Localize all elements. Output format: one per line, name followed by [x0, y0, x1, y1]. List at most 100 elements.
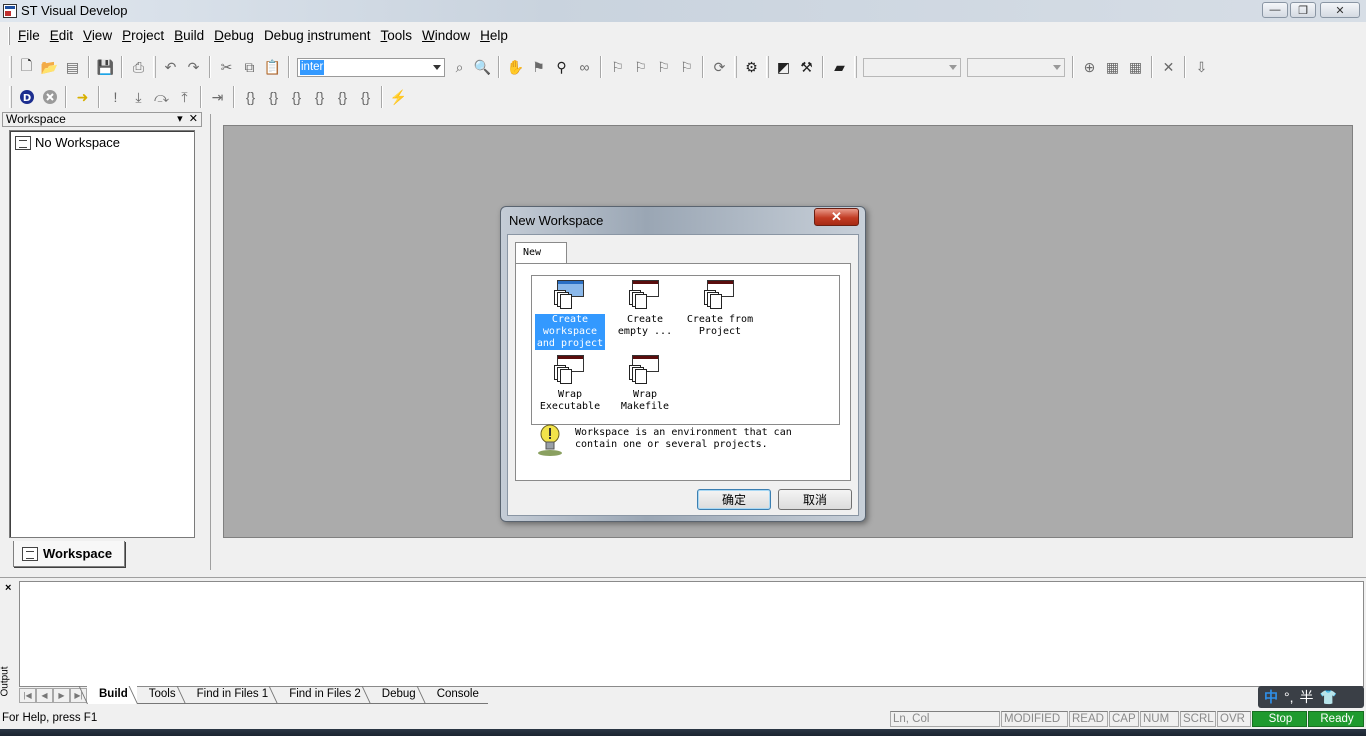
- menu-window[interactable]: Window: [417, 25, 475, 47]
- run-to-cursor-icon[interactable]: ⇥: [206, 86, 229, 108]
- toolbar-grip[interactable]: [153, 56, 156, 78]
- ime-language-indicator[interactable]: 中: [1264, 687, 1278, 707]
- step-out-icon[interactable]: ⤒: [173, 86, 196, 108]
- step-over-c-icon[interactable]: {}: [262, 86, 285, 108]
- cut-icon[interactable]: ✂: [215, 56, 238, 78]
- toolbar-grip[interactable]: [9, 56, 12, 78]
- target-combo[interactable]: [967, 57, 1065, 77]
- open-folder-icon[interactable]: 📂: [38, 56, 61, 78]
- item-wrap-executable[interactable]: Wrap Executable: [534, 355, 606, 413]
- step-line-icon[interactable]: {}: [308, 86, 331, 108]
- workspace-icon[interactable]: ▤: [61, 56, 84, 78]
- save-icon[interactable]: 💾: [94, 56, 117, 78]
- tab-console[interactable]: Console: [424, 686, 488, 704]
- menu-tools[interactable]: Tools: [376, 25, 418, 47]
- run-arrow-icon[interactable]: ➜: [71, 86, 94, 108]
- ime-width-toggle[interactable]: 半: [1300, 687, 1314, 707]
- menu-help[interactable]: Help: [475, 25, 513, 47]
- menu-grip[interactable]: [8, 27, 10, 45]
- step-over-icon[interactable]: ⤼: [150, 86, 173, 108]
- find-next-icon[interactable]: ⌕: [448, 56, 471, 78]
- configuration-combo[interactable]: [863, 57, 961, 77]
- redo-icon[interactable]: ↷: [182, 56, 205, 78]
- tab-debug[interactable]: Debug: [369, 686, 425, 704]
- menu-view[interactable]: View: [78, 25, 117, 47]
- menu-debug-instrument[interactable]: Debug instrument: [259, 25, 376, 47]
- menu-project[interactable]: Project: [117, 25, 169, 47]
- find-in-files-icon[interactable]: 🔍: [471, 56, 494, 78]
- toolbar-grip[interactable]: [734, 56, 737, 78]
- chip-settings-icon[interactable]: ⚒: [795, 56, 818, 78]
- item-create-empty[interactable]: Create empty ...: [609, 280, 681, 338]
- ime-toolbar[interactable]: 中 °, 半 👕: [1258, 686, 1364, 708]
- workspace-tree[interactable]: No Workspace: [9, 130, 195, 538]
- ime-punctuation-toggle[interactable]: °,: [1284, 689, 1294, 705]
- hand-icon[interactable]: ✋: [504, 56, 527, 78]
- step-into-c-icon[interactable]: {}: [239, 86, 262, 108]
- chevron-down-icon[interactable]: [949, 64, 957, 70]
- bookmark-icon[interactable]: ⚑: [527, 56, 550, 78]
- find-combo[interactable]: inter: [297, 57, 445, 77]
- close-window-button[interactable]: ✕: [1320, 2, 1360, 18]
- tab-workspace[interactable]: Workspace: [13, 541, 125, 567]
- step-out-c-icon[interactable]: {}: [285, 86, 308, 108]
- tab-find-in-files-1[interactable]: Find in Files 1: [184, 686, 278, 704]
- start-debug-icon[interactable]: D: [15, 86, 38, 108]
- item-wrap-makefile[interactable]: Wrap Makefile: [609, 355, 681, 413]
- paste-icon[interactable]: 📋: [261, 56, 284, 78]
- menu-debug[interactable]: Debug: [209, 25, 259, 47]
- undo-icon[interactable]: ↶: [159, 56, 182, 78]
- bookmark-prev-icon[interactable]: ⚐: [652, 56, 675, 78]
- toolbar-grip[interactable]: [9, 86, 12, 108]
- output-close-icon[interactable]: ×: [5, 582, 11, 594]
- workspace-type-list[interactable]: Create workspace and project Create empty .…: [531, 275, 840, 425]
- stop-build-icon[interactable]: ✕: [1157, 56, 1180, 78]
- toolbar-grip[interactable]: [766, 56, 769, 78]
- menu-edit[interactable]: Edit: [45, 25, 78, 47]
- download-icon[interactable]: ⇩: [1190, 56, 1213, 78]
- toolbar-grip[interactable]: [854, 56, 857, 78]
- bookmark-clear-icon[interactable]: ⚐: [675, 56, 698, 78]
- copy-icon[interactable]: ⧉: [238, 56, 261, 78]
- build-icon[interactable]: ⊕: [1078, 56, 1101, 78]
- tab-find-in-files-2[interactable]: Find in Files 2: [277, 686, 370, 704]
- ime-skin-icon[interactable]: 👕: [1320, 689, 1337, 706]
- tree-item-no-workspace[interactable]: No Workspace: [15, 135, 120, 150]
- binoculars-icon[interactable]: ⚲: [550, 56, 573, 78]
- stop-debug-icon[interactable]: [38, 86, 61, 108]
- refresh-icon[interactable]: ⟳: [708, 56, 731, 78]
- item-create-from-project[interactable]: Create from Project: [684, 280, 756, 338]
- ok-button[interactable]: 确定: [697, 489, 771, 510]
- print-icon[interactable]: ⎙: [127, 56, 150, 78]
- minimize-button[interactable]: —: [1262, 2, 1288, 18]
- chevron-down-icon[interactable]: [433, 64, 441, 70]
- build-all-icon[interactable]: ▦: [1124, 56, 1147, 78]
- new-file-icon[interactable]: 🗋: [15, 56, 38, 78]
- menu-file[interactable]: File: [13, 25, 45, 47]
- menu-build[interactable]: Build: [169, 25, 209, 47]
- dialog-close-button[interactable]: ✕: [814, 208, 859, 226]
- prev-tab-icon[interactable]: ◀: [36, 687, 53, 703]
- reset-icon[interactable]: ⚡: [387, 86, 410, 108]
- programmer-icon[interactable]: ▰: [828, 56, 851, 78]
- glasses-icon[interactable]: ∞: [573, 56, 596, 78]
- tab-new[interactable]: New: [515, 242, 567, 264]
- pane-dropdown-icon[interactable]: ▾: [177, 113, 183, 125]
- first-tab-icon[interactable]: |◀: [19, 687, 36, 703]
- step-block-icon[interactable]: {}: [354, 86, 377, 108]
- compile-icon[interactable]: ⚙: [740, 56, 763, 78]
- rebuild-icon[interactable]: ▦: [1101, 56, 1124, 78]
- chip-view-icon[interactable]: ◩: [772, 56, 795, 78]
- output-text-area[interactable]: [19, 581, 1364, 687]
- cancel-button[interactable]: 取消: [778, 489, 852, 510]
- maximize-button[interactable]: ❐: [1290, 2, 1316, 18]
- pane-close-icon[interactable]: ✕: [189, 113, 198, 125]
- next-tab-icon[interactable]: ▶: [53, 687, 70, 703]
- chevron-down-icon[interactable]: [1053, 64, 1061, 70]
- bookmark-toggle-icon[interactable]: ⚐: [606, 56, 629, 78]
- bookmark-next-icon[interactable]: ⚐: [629, 56, 652, 78]
- item-create-workspace-and-project[interactable]: Create workspace and project: [534, 280, 606, 350]
- break-icon[interactable]: !: [104, 86, 127, 108]
- step-asm-icon[interactable]: {}: [331, 86, 354, 108]
- step-into-icon[interactable]: ⤓: [127, 86, 150, 108]
